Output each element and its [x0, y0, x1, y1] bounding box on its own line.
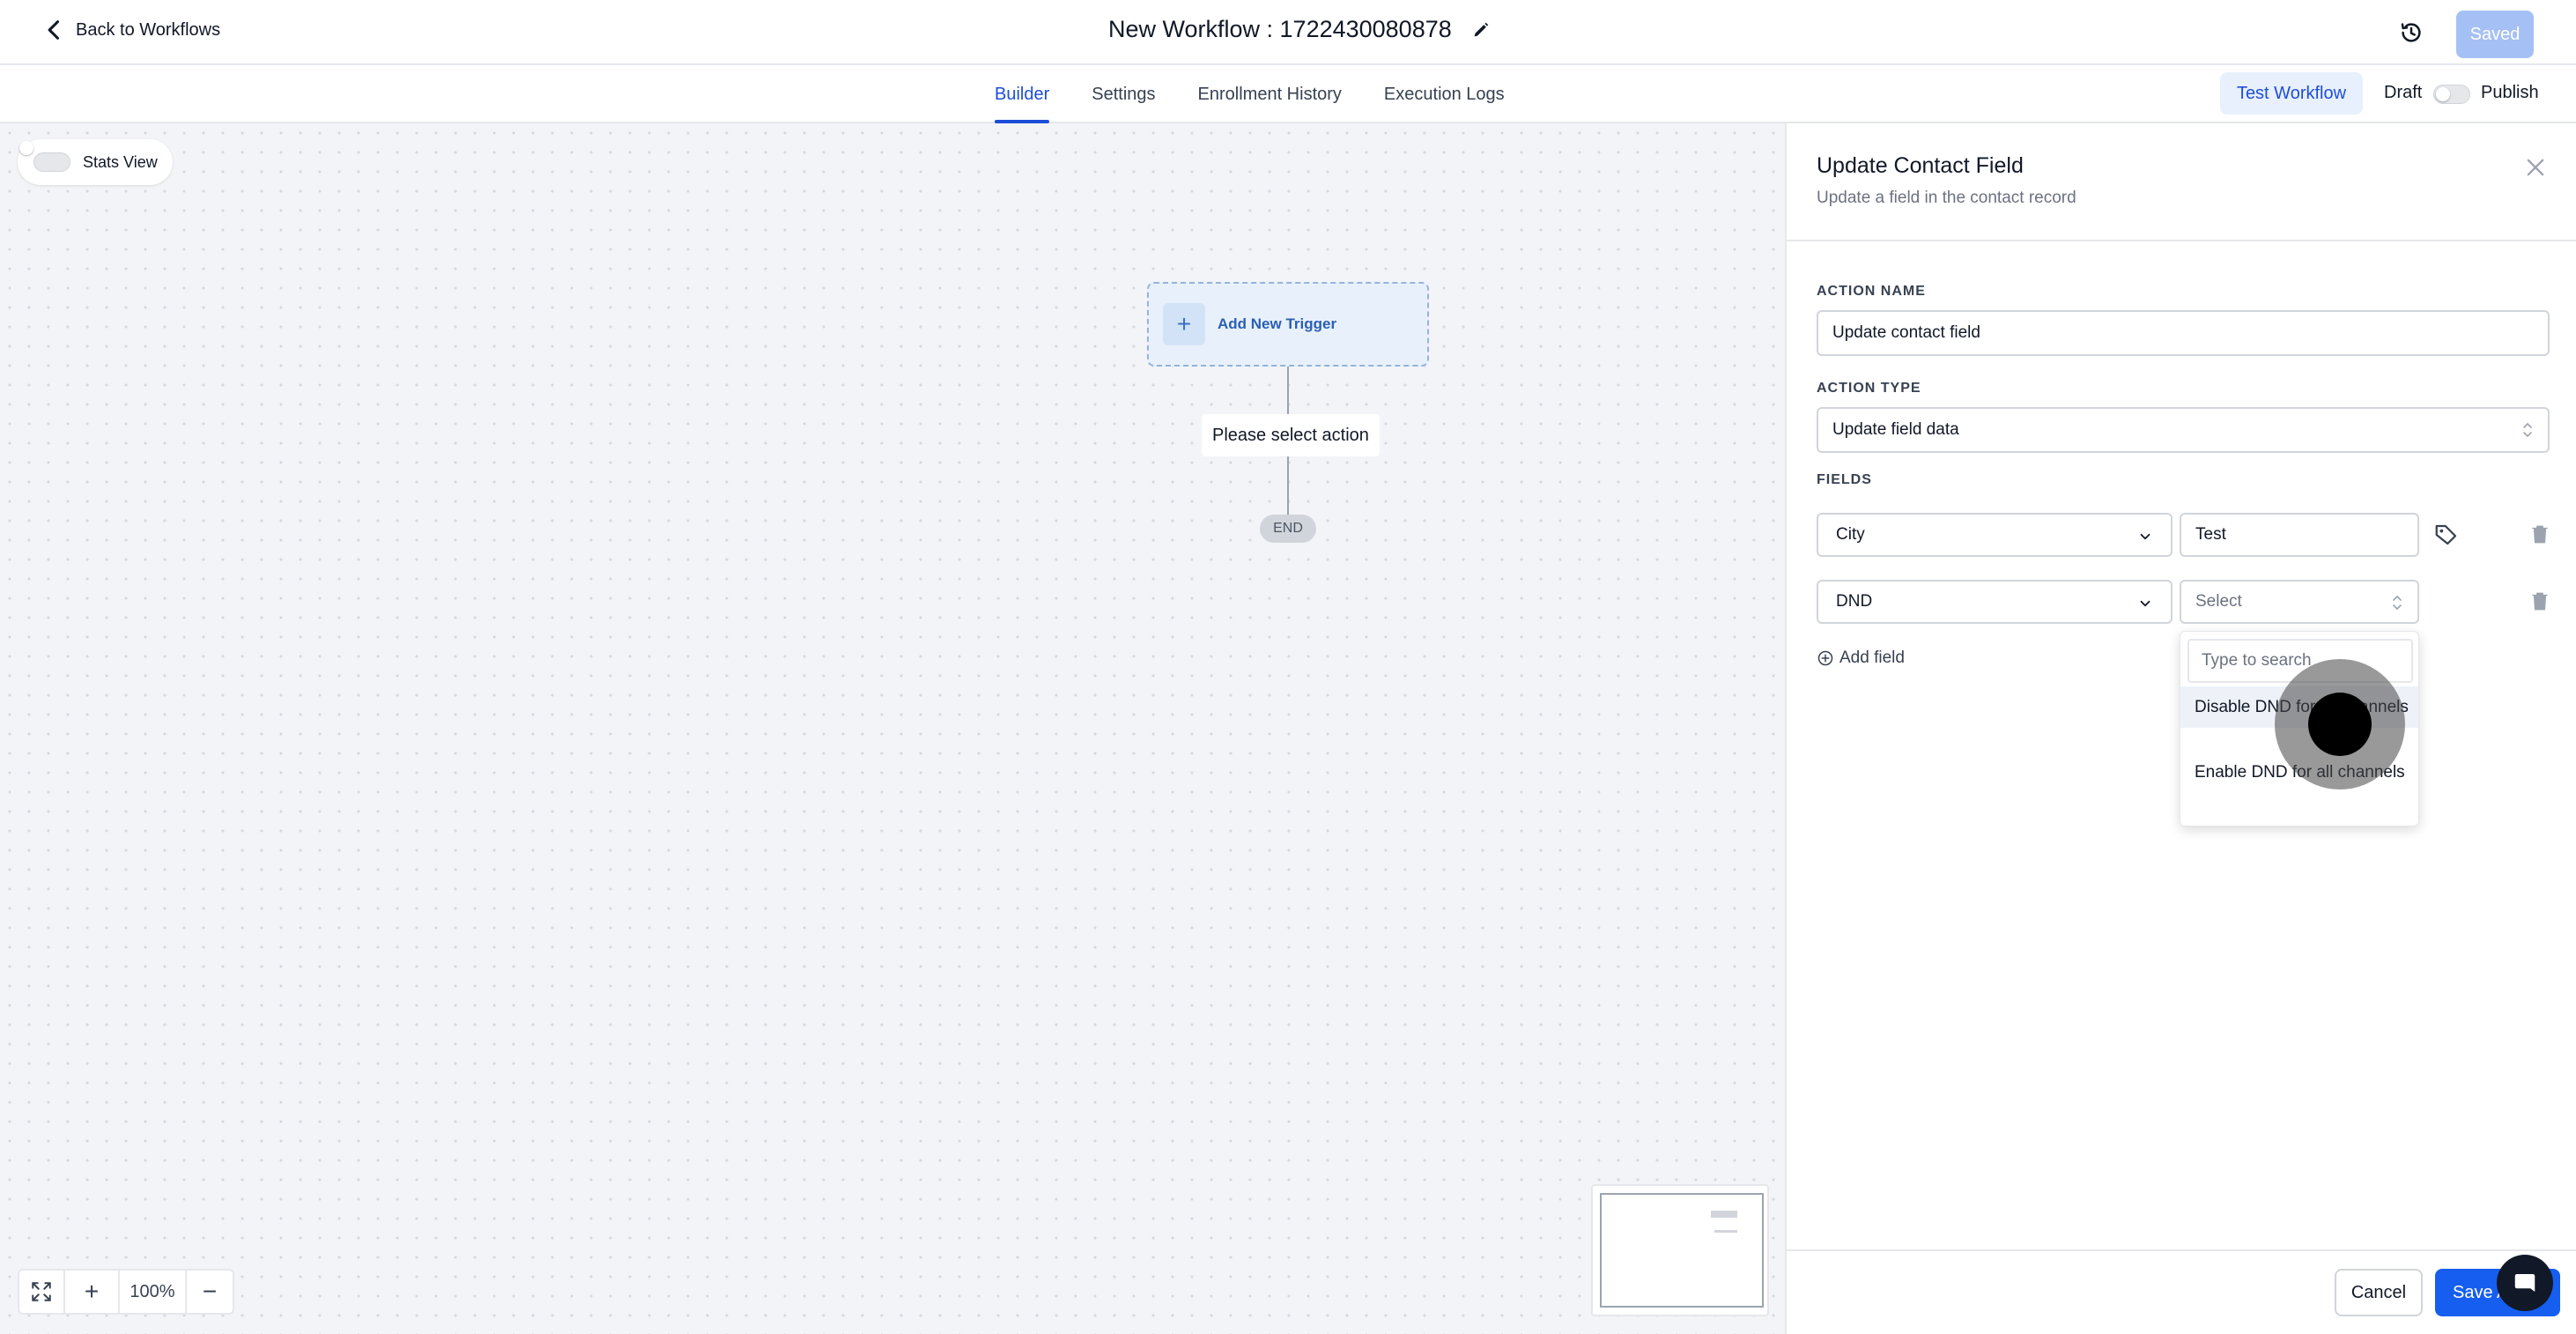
back-label: Back to Workflows [76, 19, 221, 40]
action-name-label: ACTION NAME [1817, 284, 1926, 299]
zoom-out-button[interactable]: − [187, 1271, 233, 1313]
back-to-workflows-link[interactable]: Back to Workflows [42, 18, 220, 42]
action-type-select[interactable]: Update field data [1817, 407, 2550, 453]
minimap-viewport [1600, 1193, 1764, 1308]
plus-icon: + [1163, 303, 1205, 345]
action-side-panel: Update Contact Field Update a field in t… [1785, 123, 2576, 1334]
trash-icon[interactable] [2528, 522, 2551, 546]
plus-circle-icon [1817, 650, 1833, 666]
publish-toggle[interactable] [2433, 85, 2470, 104]
zoom-controls: + 100% − [18, 1269, 234, 1315]
close-icon[interactable] [2523, 155, 2548, 180]
add-field-label: Add field [1839, 648, 1905, 667]
trigger-label: Add New Trigger [1218, 315, 1337, 332]
pencil-icon[interactable] [1471, 20, 1491, 40]
select-arrows-icon [2393, 595, 2402, 611]
panel-subtitle: Update a field in the contact record [1817, 189, 2076, 207]
field-value-input[interactable]: Test [2180, 513, 2419, 557]
field-name: City [1836, 525, 1865, 544]
chevron-left-icon [48, 20, 60, 40]
fields-label: FIELDS [1817, 472, 1872, 487]
dnd-value-select[interactable]: Select [2180, 580, 2419, 624]
select-action-node[interactable]: Please select action [1202, 414, 1380, 456]
cancel-button[interactable]: Cancel [2335, 1269, 2423, 1316]
zoom-level: 100% [120, 1271, 187, 1313]
tab-builder[interactable]: Builder [995, 65, 1050, 123]
add-field-button[interactable]: Add field [1817, 648, 1905, 668]
history-icon[interactable] [2398, 19, 2424, 46]
action-type-label: ACTION TYPE [1817, 381, 1921, 396]
draft-label: Draft [2384, 83, 2423, 102]
tag-icon[interactable] [2433, 522, 2460, 548]
minimap[interactable] [1591, 1184, 1769, 1316]
test-workflow-button[interactable]: Test Workflow [2220, 72, 2363, 115]
zoom-in-button[interactable]: + [65, 1271, 120, 1313]
action-name-input[interactable]: Update contact field [1817, 310, 2550, 356]
stats-view-toggle[interactable] [33, 152, 70, 172]
chevron-down-icon [2140, 533, 2150, 540]
workflow-tabs: Builder Settings Enrollment History Exec… [995, 65, 1505, 123]
stats-view-label: Stats View [83, 152, 158, 171]
tabs-bar: Builder Settings Enrollment History Exec… [0, 65, 2576, 123]
connector-line [1287, 456, 1289, 515]
click-indicator-dot [2308, 693, 2372, 756]
field-select-dnd[interactable]: DND [1817, 580, 2173, 624]
footer-divider [1787, 1249, 2576, 1251]
fit-view-button[interactable] [19, 1271, 65, 1313]
panel-title: Update Contact Field [1817, 153, 2024, 178]
chat-icon [2514, 1274, 2535, 1292]
tab-execution-logs[interactable]: Execution Logs [1384, 65, 1505, 123]
tab-enrollment-history[interactable]: Enrollment History [1198, 65, 1342, 123]
action-type-value: Update field data [1832, 420, 1959, 439]
publish-label: Publish [2481, 83, 2539, 102]
fit-view-icon [32, 1282, 51, 1301]
saved-button[interactable]: Saved [2456, 11, 2534, 58]
chevron-down-icon [2140, 600, 2150, 607]
end-node: END [1260, 515, 1316, 543]
dnd-select-placeholder: Select [2195, 592, 2242, 611]
field-select-city[interactable]: City [1817, 513, 2173, 557]
divider [1787, 240, 2576, 241]
add-new-trigger-node[interactable]: + Add New Trigger [1147, 282, 1429, 367]
minimap-node [1714, 1230, 1737, 1233]
chat-widget-button[interactable] [2497, 1255, 2553, 1311]
tab-settings[interactable]: Settings [1092, 65, 1155, 123]
field-name: DND [1836, 592, 1873, 611]
workflow-title: New Workflow : 1722430080878 [1108, 16, 1491, 43]
top-header: Back to Workflows New Workflow : 1722430… [0, 0, 2576, 65]
workflow-title-text: New Workflow : 1722430080878 [1108, 16, 1452, 42]
workflow-canvas[interactable]: Stats View + Add New Trigger Please sele… [0, 123, 1785, 1334]
select-arrows-icon [2523, 422, 2532, 438]
connector-line [1287, 367, 1289, 414]
trash-icon[interactable] [2528, 589, 2551, 613]
minimap-node [1711, 1211, 1737, 1218]
stats-view-control: Stats View [18, 139, 173, 185]
